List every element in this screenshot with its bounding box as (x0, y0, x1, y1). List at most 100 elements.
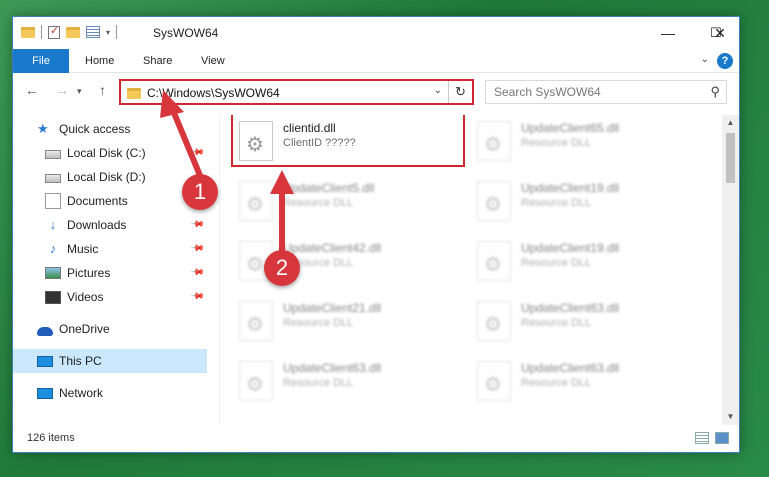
sidebar-item-label: Documents (67, 194, 128, 208)
new-folder-icon[interactable] (66, 26, 80, 38)
sidebar-item-this-pc[interactable]: This PC (13, 349, 207, 373)
sidebar-item-pictures[interactable]: Pictures 📌 (13, 261, 207, 285)
toolbar-separator (41, 25, 42, 39)
tab-file[interactable]: File (13, 49, 69, 73)
dll-file-icon (477, 181, 511, 221)
sidebar-item-label: Quick access (59, 122, 131, 136)
up-arrow-icon[interactable]: ↑ (99, 82, 106, 98)
file-item-highlighted[interactable]: clientid.dll ClientID ????? (231, 115, 465, 167)
music-icon: ♪ (49, 241, 57, 256)
file-description: Resource DLL (521, 257, 592, 269)
file-name: UpdateClient19.dll (521, 241, 620, 255)
file-item[interactable]: UpdateClient63.dll Resource DLL (471, 355, 701, 405)
recent-locations-icon[interactable]: ▾ (77, 86, 82, 97)
sidebar-item-documents[interactable]: Documents 📌 (13, 189, 207, 213)
star-icon: ★ (37, 121, 49, 136)
step-badge-2: 2 (264, 250, 300, 286)
file-name: UpdateClient42.dll (283, 241, 382, 255)
chevron-down-icon[interactable]: ⌄ (434, 85, 442, 96)
file-description: Resource DLL (521, 377, 592, 389)
pane-divider (219, 115, 220, 425)
refresh-icon[interactable]: ↻ (448, 81, 472, 103)
file-item[interactable]: UpdateClient5.dll Resource DLL (233, 175, 463, 225)
disk-icon (45, 150, 61, 159)
sidebar-item-label: Videos (67, 290, 104, 304)
scroll-down-icon[interactable]: ▼ (722, 409, 739, 425)
file-item[interactable]: UpdateClient19.dll Resource DLL (471, 175, 701, 225)
sidebar-item-label: This PC (59, 354, 102, 368)
file-name: UpdateClient5.dll (283, 181, 375, 195)
details-view-icon[interactable] (695, 432, 709, 444)
file-item[interactable]: UpdateClient19.dll Resource DLL (471, 235, 701, 285)
sidebar-item-onedrive[interactable]: OneDrive (13, 317, 207, 341)
sidebar-item-network[interactable]: Network (13, 381, 207, 405)
step-badge-1: 1 (182, 174, 218, 210)
address-bar[interactable]: C:\Windows\SysWOW64 ⌄ ↻ (119, 79, 474, 105)
pin-icon: 📌 (190, 288, 206, 304)
dll-file-icon (477, 121, 511, 161)
videos-icon (45, 290, 61, 304)
file-description: Resource DLL (283, 377, 354, 389)
file-description: Resource DLL (521, 317, 592, 329)
file-name: UpdateClient65.dll (521, 121, 620, 135)
tab-share[interactable]: Share (131, 49, 184, 73)
file-description: ClientID ????? (283, 137, 356, 149)
file-item[interactable]: UpdateClient65.dll Resource DLL (471, 115, 701, 165)
scroll-up-icon[interactable]: ▲ (722, 115, 739, 131)
navigation-bar: ← → ▾ ↑ C:\Windows\SysWOW64 ⌄ ↻ ⚲ (13, 74, 739, 108)
back-arrow-icon[interactable]: ← (25, 82, 39, 98)
disk-icon (45, 174, 61, 183)
onedrive-icon (37, 326, 53, 336)
item-count: 126 items (27, 432, 75, 444)
window-title: SysWOW64 (153, 26, 219, 40)
file-name: UpdateClient63.dll (283, 361, 382, 375)
dll-file-icon (239, 301, 273, 341)
pictures-icon (45, 267, 61, 279)
search-input[interactable] (494, 85, 694, 99)
explorer-window: ▾ SysWOW64 — ☐ ✕ File Home Share View ⌄ … (12, 16, 740, 453)
minimize-button[interactable]: — (645, 17, 691, 49)
large-icons-view-icon[interactable] (715, 432, 729, 444)
help-icon[interactable]: ? (717, 53, 733, 69)
download-icon: ↓ (49, 217, 57, 232)
sidebar-item-label: Local Disk (D:) (67, 170, 146, 184)
file-description: Resource DLL (283, 197, 354, 209)
search-icon[interactable]: ⚲ (710, 84, 720, 100)
file-item[interactable]: UpdateClient63.dll Resource DLL (233, 355, 463, 405)
pin-icon: 📌 (190, 240, 206, 256)
dll-file-icon (477, 361, 511, 401)
toolbar-separator (116, 25, 118, 39)
sidebar-item-label: Local Disk (C:) (67, 146, 146, 160)
sidebar-item-videos[interactable]: Videos 📌 (13, 285, 207, 309)
tab-view[interactable]: View (189, 49, 237, 73)
dll-file-icon (477, 301, 511, 341)
sidebar-item-music[interactable]: ♪ Music 📌 (13, 237, 207, 261)
sidebar-item-quick-access[interactable]: ★ Quick access (13, 117, 207, 141)
file-description: Resource DLL (521, 197, 592, 209)
tab-home[interactable]: Home (73, 49, 126, 73)
file-item[interactable]: UpdateClient21.dll Resource DLL (233, 295, 463, 345)
scroll-thumb[interactable] (726, 133, 735, 183)
sidebar-item-local-disk-d[interactable]: Local Disk (D:) (13, 165, 207, 189)
pc-icon (37, 355, 53, 367)
file-item[interactable]: UpdateClient63.dll Resource DLL (471, 295, 701, 345)
status-bar: 126 items (13, 426, 739, 452)
customize-icon[interactable] (86, 26, 100, 38)
sidebar-item-label: OneDrive (59, 322, 110, 336)
search-box[interactable]: ⚲ (485, 80, 727, 104)
sidebar-item-local-disk-c[interactable]: Local Disk (C:) 📌 (13, 141, 207, 165)
file-name: clientid.dll (283, 121, 336, 135)
sidebar-item-downloads[interactable]: ↓ Downloads 📌 (13, 213, 207, 237)
close-button[interactable]: ✕ (699, 17, 739, 49)
quick-access-toolbar: ▾ (21, 24, 118, 39)
expand-ribbon-icon[interactable]: ⌄ (701, 54, 709, 65)
address-path[interactable]: C:\Windows\SysWOW64 (147, 86, 280, 100)
properties-check-icon[interactable] (48, 24, 60, 39)
chevron-down-icon[interactable]: ▾ (106, 28, 110, 37)
pin-icon: 📌 (190, 144, 206, 160)
vertical-scrollbar[interactable]: ▲ ▼ (722, 115, 739, 425)
file-list: clientid.dll ClientID ????? UpdateClient… (227, 115, 723, 425)
ribbon-tabs: File Home Share View ⌄ ? (13, 49, 739, 73)
pin-icon: 📌 (190, 264, 206, 280)
forward-arrow-icon[interactable]: → (55, 82, 69, 98)
